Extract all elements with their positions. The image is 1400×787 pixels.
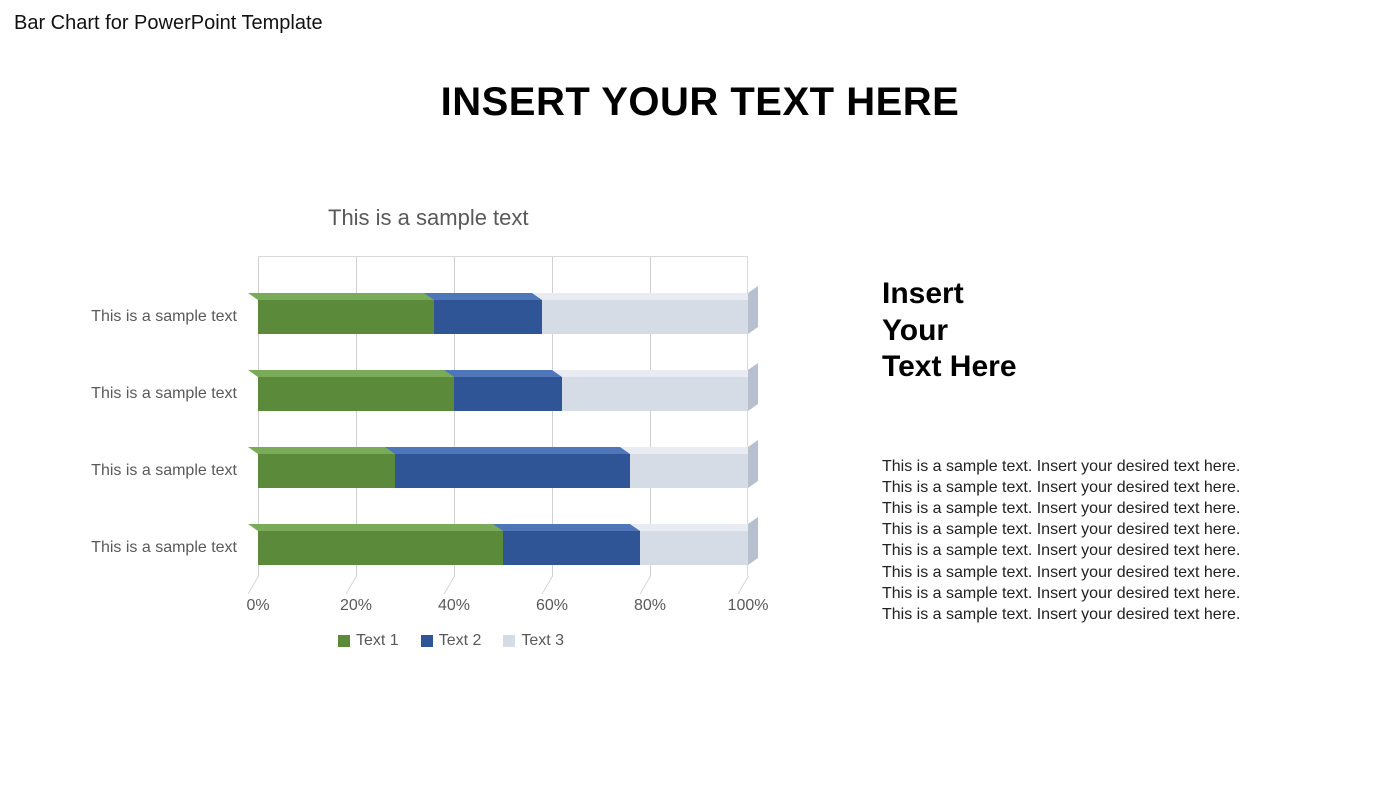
x-tick-label: 0% — [246, 597, 269, 615]
bar-segment-text3 — [640, 531, 748, 565]
y-category-label: This is a sample text — [37, 385, 237, 403]
y-category-label: This is a sample text — [37, 308, 237, 326]
body-line: This is a sample text. Insert your desir… — [882, 562, 1240, 583]
chart-plot-area: 0% 20% 40% 60% 80% 100% This is a sample… — [258, 256, 748, 576]
legend-item: Text 3 — [503, 632, 564, 650]
legend-label: Text 1 — [356, 632, 399, 650]
body-line: This is a sample text. Insert your desir… — [882, 583, 1240, 604]
legend-item: Text 1 — [338, 632, 399, 650]
side-heading-line: Your — [882, 313, 1017, 350]
body-line: This is a sample text. Insert your desir… — [882, 477, 1240, 498]
y-category-label: This is a sample text — [37, 462, 237, 480]
side-body: This is a sample text. Insert your desir… — [882, 456, 1240, 625]
body-line: This is a sample text. Insert your desir… — [882, 540, 1240, 561]
side-heading-line: Text Here — [882, 349, 1017, 386]
grid-tick — [640, 576, 651, 594]
x-tick-label: 100% — [728, 597, 769, 615]
bar-segment-text1 — [258, 531, 503, 565]
legend-swatch-icon — [421, 635, 433, 647]
body-line: This is a sample text. Insert your desir… — [882, 604, 1240, 625]
bar-segment-text1 — [258, 377, 454, 411]
slide-title: INSERT YOUR TEXT HERE — [0, 80, 1400, 125]
page-caption: Bar Chart for PowerPoint Template — [14, 12, 323, 35]
grid-tick — [248, 576, 259, 594]
legend-label: Text 3 — [521, 632, 564, 650]
legend-label: Text 2 — [439, 632, 482, 650]
side-heading-line: Insert — [882, 276, 1017, 313]
x-tick-label: 40% — [438, 597, 470, 615]
chart-legend: Text 1 Text 2 Text 3 — [338, 632, 564, 650]
bar-segment-text1 — [258, 300, 434, 334]
legend-swatch-icon — [338, 635, 350, 647]
bar-segment-text3 — [562, 377, 748, 411]
x-tick-label: 20% — [340, 597, 372, 615]
bar-segment-text2 — [454, 377, 562, 411]
body-line: This is a sample text. Insert your desir… — [882, 519, 1240, 540]
bar-segment-text1 — [258, 454, 395, 488]
body-line: This is a sample text. Insert your desir… — [882, 498, 1240, 519]
grid-tick — [346, 576, 357, 594]
side-heading: Insert Your Text Here — [882, 276, 1017, 386]
bar-segment-text3 — [630, 454, 748, 488]
chart-title: This is a sample text — [328, 205, 529, 231]
bar-segment-text2 — [434, 300, 542, 334]
bar-segment-text2 — [395, 454, 630, 488]
y-category-label: This is a sample text — [37, 539, 237, 557]
legend-item: Text 2 — [421, 632, 482, 650]
grid-tick — [444, 576, 455, 594]
grid-tick — [542, 576, 553, 594]
x-tick-label: 60% — [536, 597, 568, 615]
x-tick-label: 80% — [634, 597, 666, 615]
body-line: This is a sample text. Insert your desir… — [882, 456, 1240, 477]
legend-swatch-icon — [503, 635, 515, 647]
bar-segment-text3 — [542, 300, 748, 334]
bar-segment-text2 — [503, 531, 640, 565]
grid-tick — [738, 576, 749, 594]
